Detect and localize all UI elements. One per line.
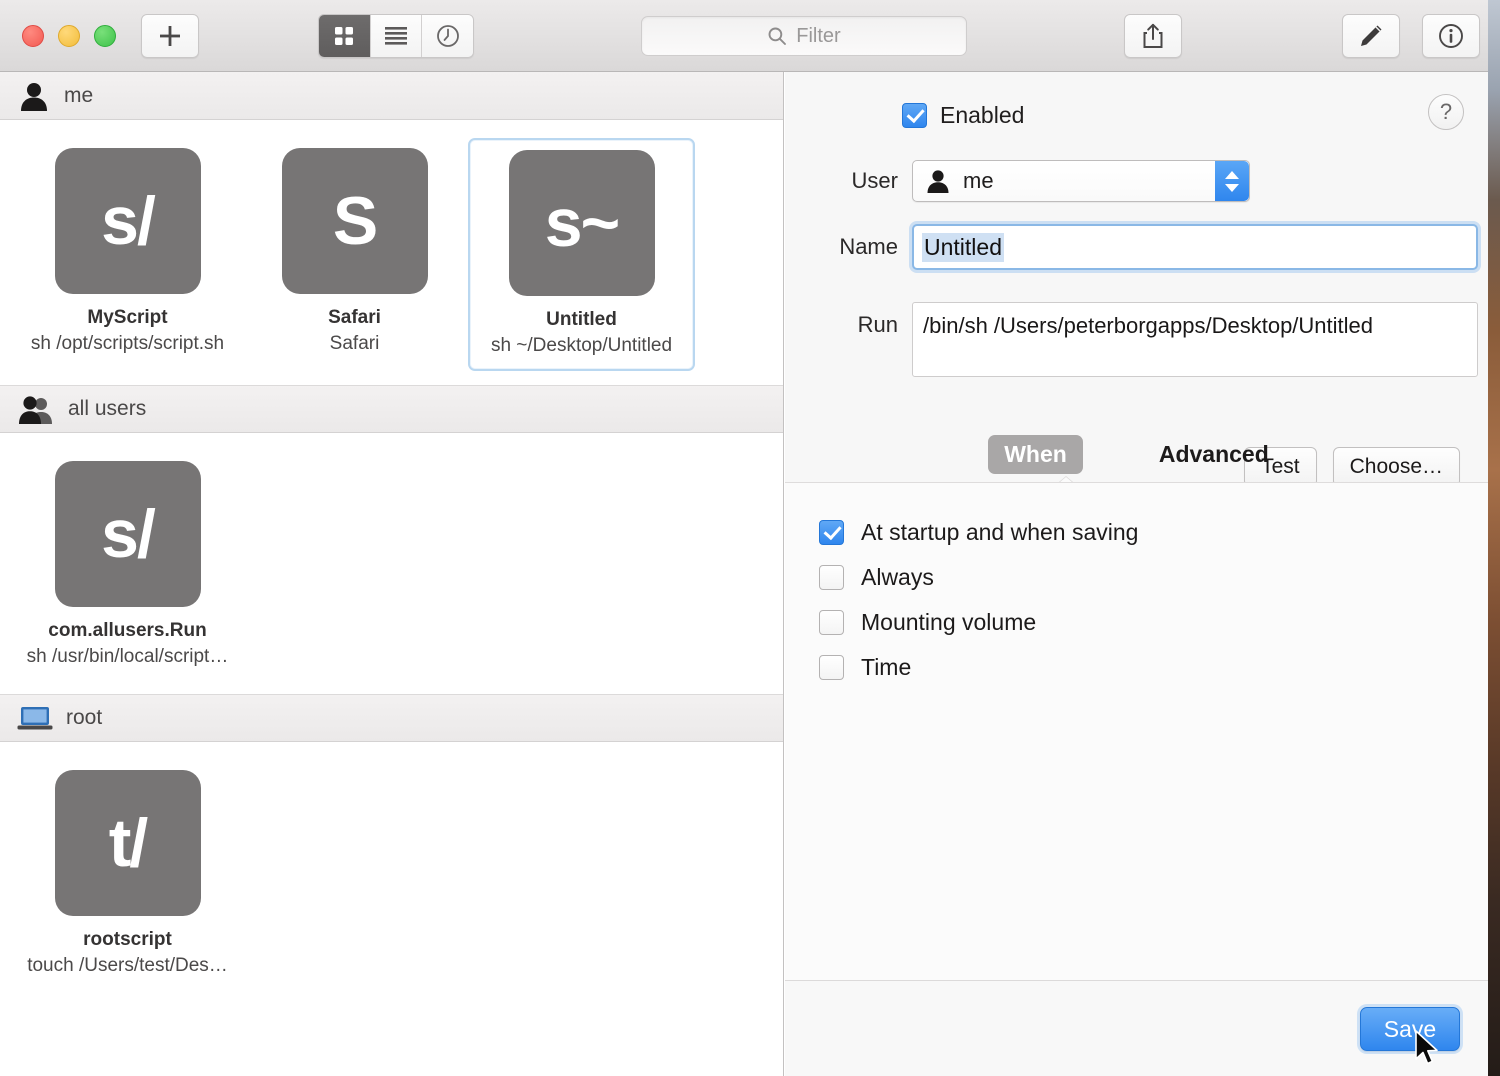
history-clock-icon [436, 25, 459, 47]
script-item-untitled[interactable]: s~ Untitled sh ~/Desktop/Untitled [468, 138, 695, 371]
filter-input[interactable]: Filter [641, 16, 967, 56]
mouse-cursor [1415, 1030, 1438, 1065]
script-subtitle: sh /usr/bin/local/script… [26, 646, 229, 667]
single-user-icon [927, 170, 949, 193]
user-field-row: User me [834, 160, 1250, 202]
script-item-com-allusers-run[interactable]: s/ com.allusers.Run sh /usr/bin/local/sc… [14, 451, 241, 680]
app-window: Filter me s/ MyScript sh /opt/scripts/sc… [0, 0, 1488, 1076]
tab-advanced[interactable]: Advanced [1143, 435, 1285, 474]
inspector-tabs: When Advanced [785, 427, 1488, 482]
filter-placeholder: Filter [796, 24, 841, 47]
script-subtitle: Safari [329, 333, 380, 354]
save-button[interactable]: Save [1360, 1007, 1460, 1051]
user-label: User [851, 168, 898, 193]
info-circle-icon [1439, 24, 1463, 48]
option-label: At startup and when saving [861, 519, 1139, 545]
run-input[interactable]: /bin/sh /Users/peterborgapps/Desktop/Unt… [912, 302, 1478, 377]
group-items-all-users: s/ com.allusers.Run sh /usr/bin/local/sc… [0, 433, 783, 694]
group-header-me: me [0, 72, 783, 120]
option-checkbox[interactable] [819, 610, 844, 635]
chevron-down-icon [1225, 183, 1239, 192]
script-subtitle: touch /Users/test/Des… [27, 955, 228, 976]
enabled-checkbox[interactable] [902, 103, 927, 128]
script-icon: s/ [54, 461, 201, 607]
name-input[interactable]: Untitled [912, 224, 1478, 270]
user-value: me [963, 168, 994, 193]
share-button[interactable] [1124, 14, 1182, 58]
script-icon: t/ [54, 770, 201, 916]
enabled-label: Enabled [940, 102, 1025, 128]
list-view-button[interactable] [370, 15, 423, 57]
script-item-myscript[interactable]: s/ MyScript sh /opt/scripts/script.sh [14, 138, 241, 371]
name-field-row: Name Untitled [819, 224, 1478, 270]
scripts-list-panel[interactable]: me s/ MyScript sh /opt/scripts/script.sh… [0, 72, 784, 1076]
group-label: all users [68, 397, 147, 420]
script-item-rootscript[interactable]: t/ rootscript touch /Users/test/Des… [14, 760, 241, 989]
window-toolbar: Filter [0, 0, 1488, 72]
help-label: ? [1439, 99, 1453, 124]
group-label: me [64, 83, 94, 107]
option-label: Mounting volume [861, 609, 1037, 635]
group-items-root: t/ rootscript touch /Users/test/Des… [0, 742, 783, 1003]
script-title: Untitled [546, 309, 617, 330]
script-item-safari[interactable]: S Safari Safari [241, 138, 468, 371]
script-icon: s/ [54, 148, 201, 294]
edit-button[interactable] [1342, 14, 1400, 58]
script-icon: s~ [508, 150, 655, 296]
option-label: Time [861, 654, 912, 680]
pencil-edit-icon [1361, 25, 1382, 46]
script-title: MyScript [87, 307, 168, 328]
group-label: root [66, 706, 103, 729]
option-label: Always [861, 564, 934, 590]
plus-icon [160, 26, 180, 46]
option-time[interactable]: Time [819, 654, 1488, 681]
name-label: Name [839, 234, 898, 259]
help-button[interactable]: ? [1428, 94, 1464, 130]
close-window-button[interactable] [22, 25, 44, 47]
share-icon [1143, 23, 1163, 48]
run-label: Run [857, 312, 898, 337]
multiple-users-icon [19, 396, 52, 424]
script-title: Safari [328, 307, 381, 328]
inspector-footer: Save [785, 980, 1488, 1076]
option-checkbox[interactable] [819, 655, 844, 680]
script-title: rootscript [83, 929, 172, 950]
search-icon [768, 27, 787, 45]
user-select[interactable]: me [912, 160, 1250, 202]
view-mode-segmented-control[interactable] [318, 14, 474, 58]
option-checkbox[interactable] [819, 520, 844, 545]
inspector-form: ? Enabled User me Name Untitled Run /bin… [785, 72, 1488, 488]
name-value: Untitled [922, 232, 1004, 262]
group-header-root: root [0, 694, 783, 742]
add-script-button[interactable] [141, 14, 199, 58]
script-icon: S [281, 148, 428, 294]
single-user-icon [21, 82, 47, 111]
history-view-button[interactable] [422, 15, 473, 57]
maximize-window-button[interactable] [94, 25, 116, 47]
run-field-row: Run /bin/sh /Users/peterborgapps/Desktop… [820, 302, 1478, 377]
script-subtitle: sh ~/Desktop/Untitled [490, 335, 673, 356]
inspector-panel: ? Enabled User me Name Untitled Run /bin… [785, 72, 1488, 1076]
option-mounting-volume[interactable]: Mounting volume [819, 609, 1488, 636]
enabled-checkbox-row[interactable]: Enabled [902, 102, 1024, 129]
grid-view-icon [335, 27, 354, 45]
list-view-icon [385, 27, 407, 45]
user-stepper[interactable] [1215, 161, 1249, 201]
group-header-all-users: all users [0, 385, 783, 433]
option-always[interactable]: Always [819, 564, 1488, 591]
computer-icon [17, 707, 53, 730]
chevron-up-icon [1225, 170, 1239, 179]
option-checkbox[interactable] [819, 565, 844, 590]
option-at-startup-and-when-saving[interactable]: At startup and when saving [819, 519, 1488, 546]
script-subtitle: sh /opt/scripts/script.sh [30, 333, 225, 354]
group-items-me: s/ MyScript sh /opt/scripts/script.sh S … [0, 120, 783, 385]
grid-view-button[interactable] [319, 15, 371, 57]
tab-when[interactable]: When [988, 435, 1083, 474]
info-button[interactable] [1422, 14, 1480, 58]
when-tab-content: At startup and when saving Always Mounti… [785, 482, 1488, 980]
script-title: com.allusers.Run [48, 620, 207, 641]
minimize-window-button[interactable] [58, 25, 80, 47]
